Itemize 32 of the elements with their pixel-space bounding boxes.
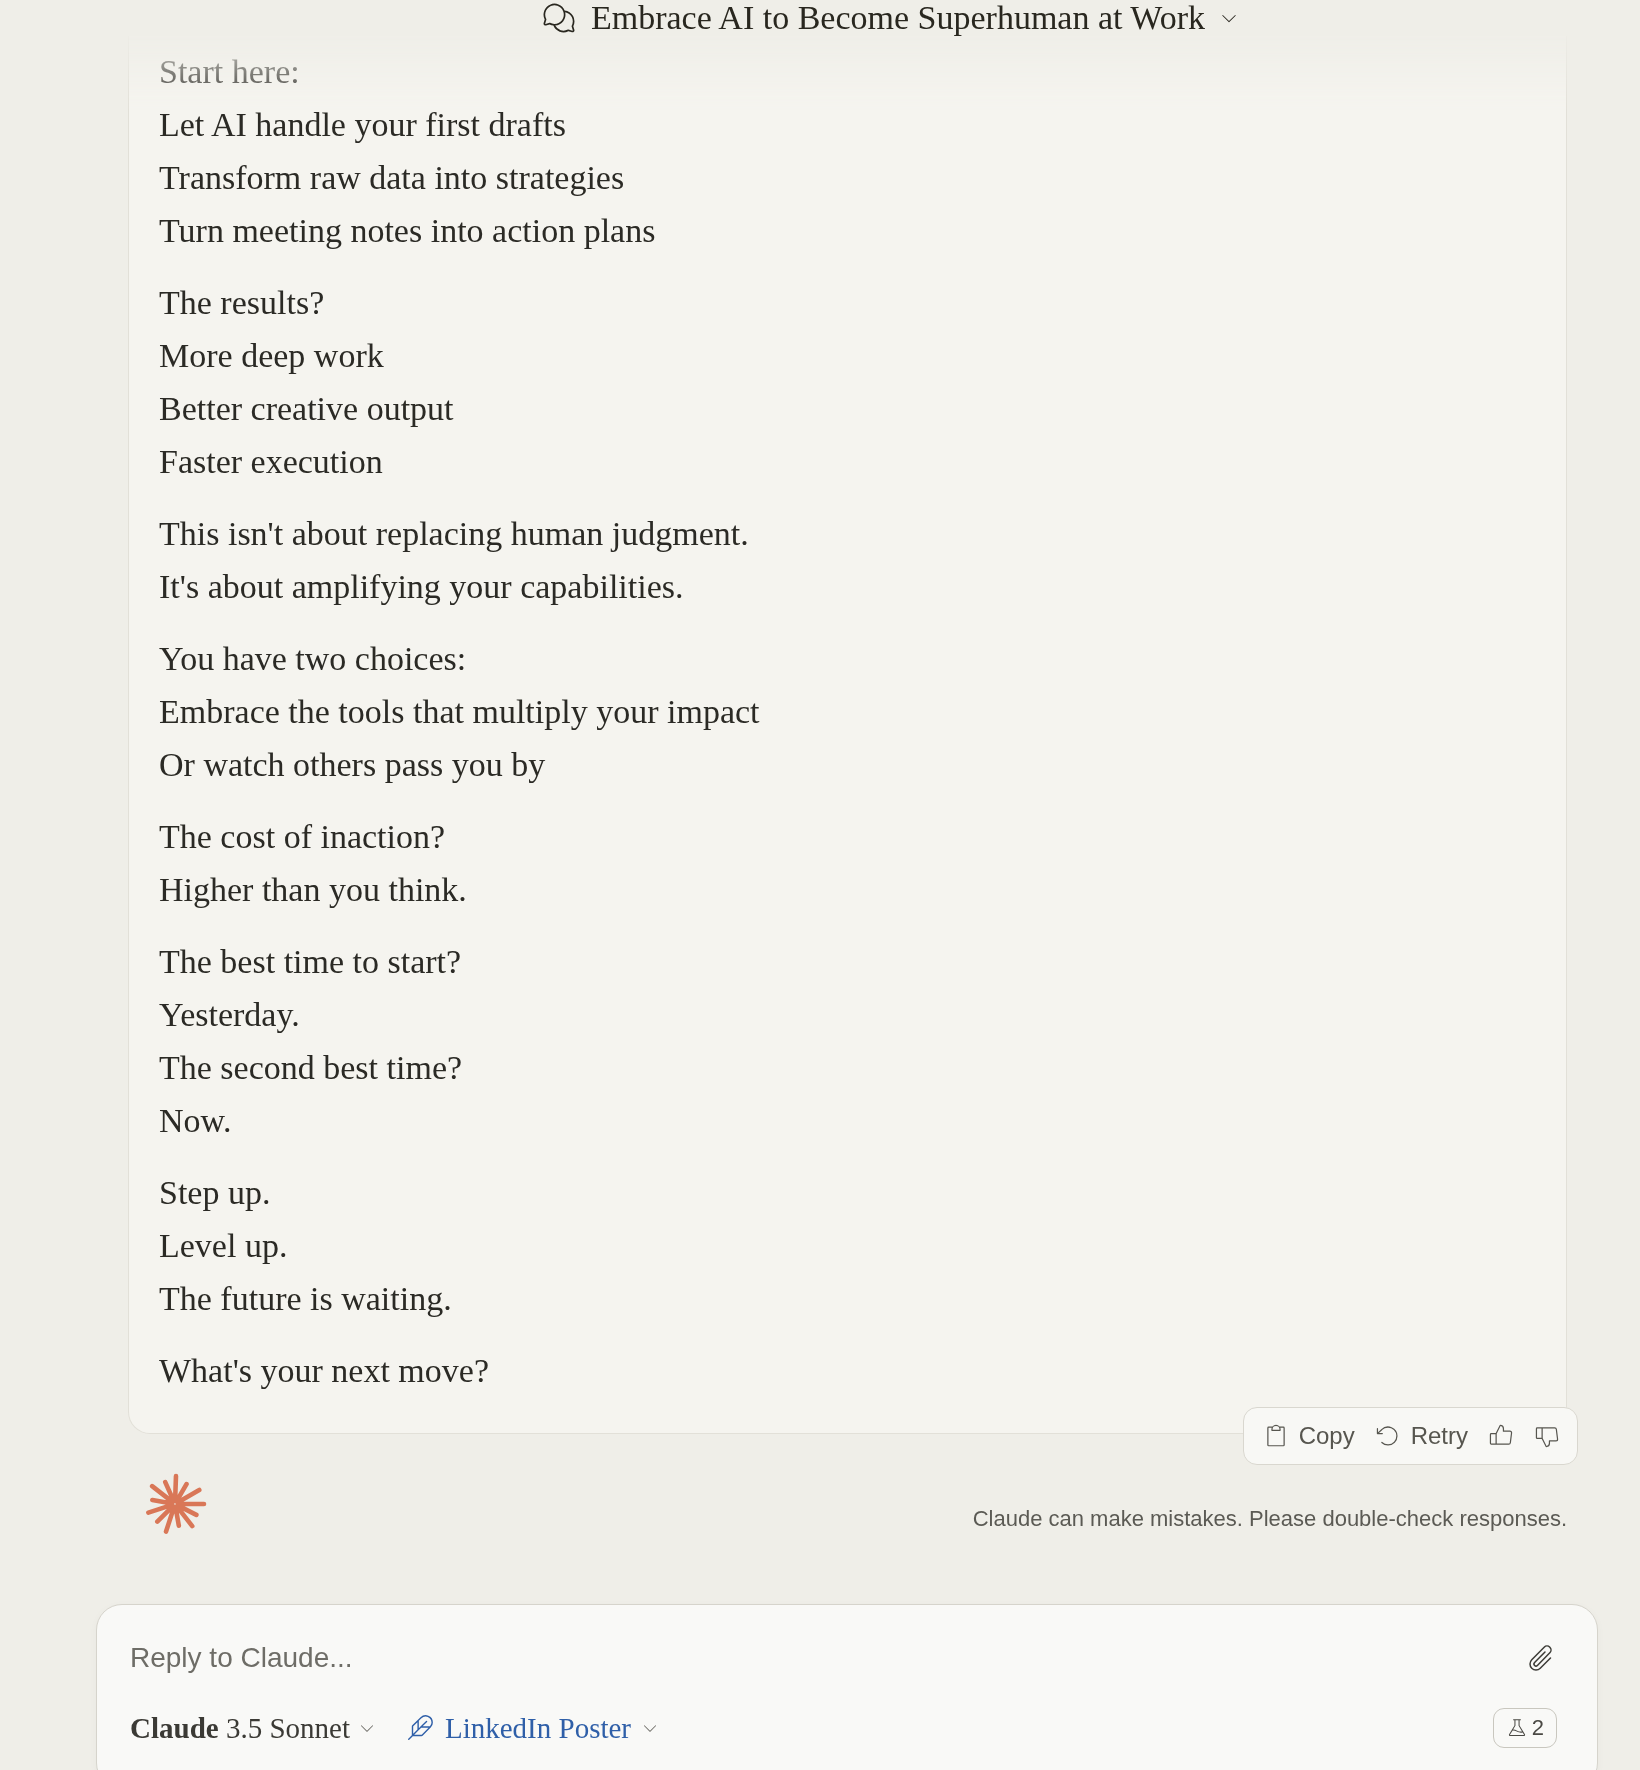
model-selector[interactable]: Claude 3.5 Sonnet xyxy=(130,1713,376,1743)
message-text: Now. xyxy=(159,1101,233,1141)
message-text: The results? xyxy=(159,283,326,323)
message-text: Embrace the tools that multiply your impact xyxy=(159,692,761,732)
message-text: Let AI handle your first drafts xyxy=(159,105,567,145)
chat-title-button[interactable]: Embrace AI to Become Superhuman at Work xyxy=(540,0,1240,36)
style-selector[interactable]: LinkedIn Poster xyxy=(404,1713,659,1743)
message-text: More deep work xyxy=(159,336,385,376)
message-text: Turn meeting notes into action plans xyxy=(159,211,657,251)
message-text: Transform raw data into strategies xyxy=(159,158,626,198)
message-text: Better creative output xyxy=(159,389,455,429)
message-text: It's about amplifying your capabilities. xyxy=(159,567,685,607)
starburst-icon xyxy=(143,1472,207,1536)
message-text: Yesterday. xyxy=(159,995,301,1035)
flask-count-button[interactable]: 2 xyxy=(1492,1708,1557,1748)
message-text: Higher than you think. xyxy=(159,870,468,910)
message-text: The best time to start? xyxy=(159,942,463,982)
message-text: This isn't about replacing human judgment. xyxy=(159,514,750,554)
message-text: The cost of inaction? xyxy=(159,817,447,857)
message-text: You have two choices: xyxy=(159,639,468,679)
reply-input[interactable]: Reply to Claude... xyxy=(130,1635,1505,1681)
message-text: The future is waiting. xyxy=(159,1279,453,1319)
message-text: Or watch others pass you by xyxy=(159,745,547,785)
disclaimer-text: Claude can make mistakes. Please double-check responses. xyxy=(972,1505,1567,1531)
message-text: What's your next move? xyxy=(159,1351,490,1391)
message-text: Level up. xyxy=(159,1226,289,1266)
message-text: Faster execution xyxy=(159,442,384,482)
message-text: Step up. xyxy=(159,1173,272,1213)
retry-button[interactable]: Retry xyxy=(1374,1423,1468,1449)
copy-button[interactable]: Copy xyxy=(1262,1423,1355,1449)
message-text: The second best time? xyxy=(159,1048,464,1088)
message-text: Start here: xyxy=(159,52,301,92)
